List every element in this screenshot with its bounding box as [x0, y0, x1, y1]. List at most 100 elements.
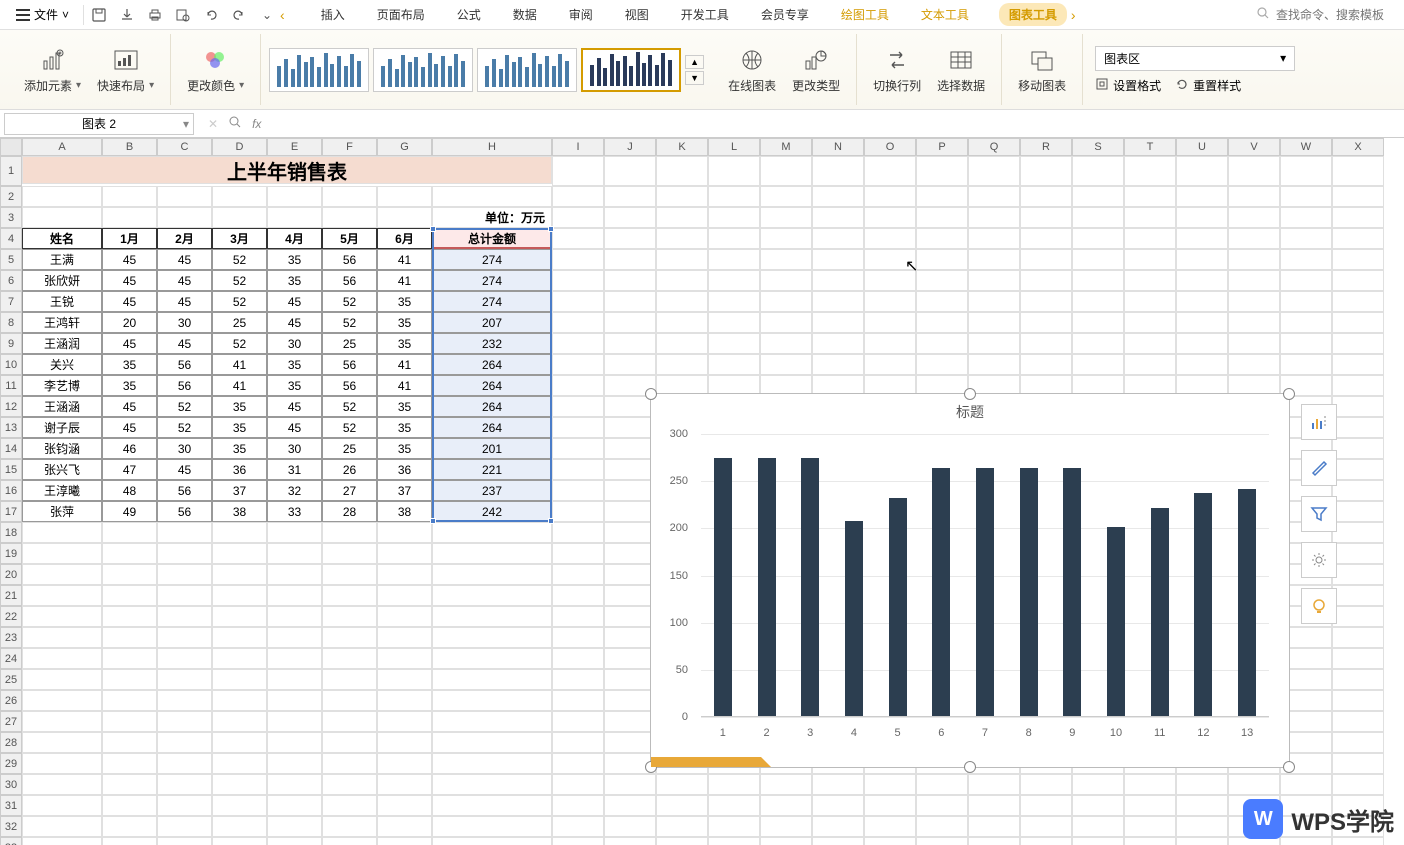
cell[interactable]: [760, 207, 812, 228]
cell[interactable]: [760, 291, 812, 312]
cell[interactable]: [212, 543, 267, 564]
cell[interactable]: [102, 816, 157, 837]
cell[interactable]: [377, 690, 432, 711]
cell[interactable]: [968, 249, 1020, 270]
cell[interactable]: [1280, 312, 1332, 333]
spreadsheet-grid[interactable]: ABCDEFGHIJKLMNOPQRSTUVWX1上半年销售表23单位：万元4姓…: [0, 138, 1404, 845]
cell[interactable]: [916, 156, 968, 186]
column-header[interactable]: A: [22, 138, 102, 156]
cell[interactable]: 48: [102, 480, 157, 501]
cell[interactable]: [708, 228, 760, 249]
row-header[interactable]: 15: [0, 459, 22, 480]
cell[interactable]: [212, 711, 267, 732]
cell[interactable]: [916, 816, 968, 837]
cell[interactable]: [1228, 207, 1280, 228]
cell[interactable]: [22, 669, 102, 690]
cell[interactable]: [1280, 354, 1332, 375]
cell[interactable]: [552, 627, 604, 648]
cell[interactable]: [267, 564, 322, 585]
cell[interactable]: [916, 837, 968, 845]
cell[interactable]: [604, 354, 656, 375]
column-header[interactable]: C: [157, 138, 212, 156]
cell[interactable]: [432, 564, 552, 585]
cell[interactable]: [916, 291, 968, 312]
cell[interactable]: [604, 795, 656, 816]
cell[interactable]: [267, 795, 322, 816]
cell[interactable]: [1332, 543, 1384, 564]
cell[interactable]: [212, 669, 267, 690]
cell[interactable]: [1280, 270, 1332, 291]
cell[interactable]: [322, 837, 377, 845]
cell[interactable]: [552, 816, 604, 837]
chart-style-1[interactable]: [269, 48, 369, 92]
cell[interactable]: [812, 774, 864, 795]
cell[interactable]: [102, 795, 157, 816]
cell[interactable]: [1124, 207, 1176, 228]
chart-elements-button[interactable]: [1301, 404, 1337, 440]
cell[interactable]: [708, 816, 760, 837]
cell[interactable]: 41: [212, 354, 267, 375]
cell[interactable]: 张欣妍: [22, 270, 102, 291]
cell[interactable]: [1228, 333, 1280, 354]
cell[interactable]: [812, 837, 864, 845]
cell[interactable]: 37: [377, 480, 432, 501]
cell[interactable]: [916, 186, 968, 207]
cell[interactable]: [708, 774, 760, 795]
cell[interactable]: 36: [377, 459, 432, 480]
cell[interactable]: [1332, 501, 1384, 522]
row-header[interactable]: 11: [0, 375, 22, 396]
cell[interactable]: [1228, 228, 1280, 249]
cell[interactable]: [267, 648, 322, 669]
cell[interactable]: 20: [102, 312, 157, 333]
cell[interactable]: 35: [212, 438, 267, 459]
cell[interactable]: [1124, 837, 1176, 845]
cell[interactable]: [102, 207, 157, 228]
row-header[interactable]: 24: [0, 648, 22, 669]
row-header[interactable]: 5: [0, 249, 22, 270]
cell[interactable]: 237: [432, 480, 552, 501]
cell[interactable]: [432, 585, 552, 606]
cell[interactable]: [1020, 156, 1072, 186]
cell[interactable]: [322, 690, 377, 711]
cell[interactable]: [377, 753, 432, 774]
cell[interactable]: [708, 270, 760, 291]
redo-icon[interactable]: [230, 6, 248, 24]
cell[interactable]: [432, 543, 552, 564]
cell[interactable]: [377, 774, 432, 795]
cell[interactable]: [102, 774, 157, 795]
cell[interactable]: [322, 606, 377, 627]
cell[interactable]: [604, 156, 656, 186]
cell[interactable]: [102, 690, 157, 711]
cell[interactable]: [968, 186, 1020, 207]
cell[interactable]: 52: [322, 417, 377, 438]
cell[interactable]: [1176, 186, 1228, 207]
cell[interactable]: [552, 375, 604, 396]
tab-drawing-tools[interactable]: 绘图工具: [839, 2, 891, 27]
cell[interactable]: [916, 795, 968, 816]
cell[interactable]: [604, 312, 656, 333]
cell[interactable]: [102, 648, 157, 669]
cell[interactable]: [1280, 249, 1332, 270]
cell[interactable]: [157, 690, 212, 711]
cell[interactable]: [968, 207, 1020, 228]
tab-developer[interactable]: 开发工具: [679, 2, 731, 27]
cell[interactable]: [552, 543, 604, 564]
tab-chart-tools[interactable]: 图表工具: [999, 3, 1067, 26]
cell[interactable]: [432, 774, 552, 795]
cell[interactable]: [22, 627, 102, 648]
cell[interactable]: 36: [212, 459, 267, 480]
cell[interactable]: [432, 795, 552, 816]
chart-bar[interactable]: [932, 468, 950, 716]
cell[interactable]: [708, 795, 760, 816]
cell[interactable]: [1072, 837, 1124, 845]
cell[interactable]: 4月: [267, 228, 322, 249]
row-header[interactable]: 1: [0, 156, 22, 186]
column-header[interactable]: D: [212, 138, 267, 156]
cell[interactable]: [267, 606, 322, 627]
cell[interactable]: 52: [212, 333, 267, 354]
chart-settings-button[interactable]: [1301, 542, 1337, 578]
cell[interactable]: [1124, 816, 1176, 837]
cell[interactable]: [377, 606, 432, 627]
cell[interactable]: [552, 228, 604, 249]
cell[interactable]: 关兴: [22, 354, 102, 375]
